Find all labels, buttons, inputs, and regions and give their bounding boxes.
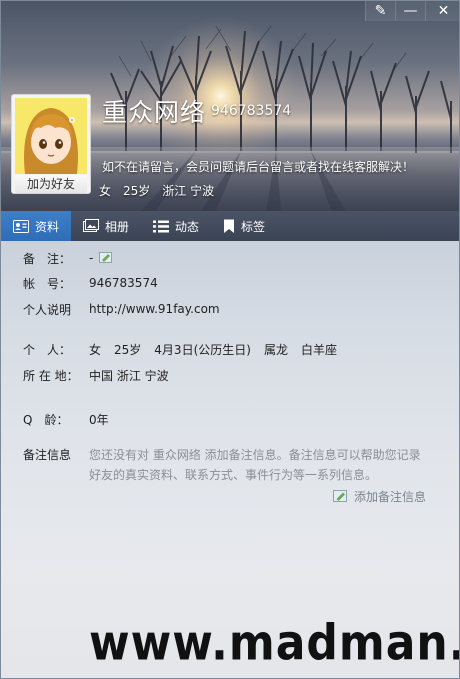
remark-info-text: 您还没有对 重众网络 添加备注信息。备注信息可以帮助您记录好友的真实资料、联系方… — [89, 448, 421, 482]
bookmark-tag-icon — [224, 219, 235, 233]
personal-birthday: 4月3日(公历生日) — [154, 342, 251, 357]
tab-feed[interactable]: 动态 — [141, 211, 211, 241]
detail-row-personal: 个 人： 女 25岁 4月3日(公历生日) 属龙 白羊座 — [23, 340, 337, 358]
brush-icon: ✎ — [374, 3, 387, 19]
close-button[interactable]: ✕ — [425, 1, 459, 21]
profile-tabs: 资料 相册 动态 标签 — [1, 211, 459, 241]
personal-values: 女 25岁 4月3日(公历生日) 属龙 白羊座 — [89, 341, 337, 358]
brief-age: 25岁 — [123, 184, 151, 198]
detail-row-homepage: 个人说明 http://www.91fay.com — [23, 300, 220, 318]
personal-label: 个 人： — [23, 342, 72, 357]
qq-number: 946783574 — [211, 103, 292, 119]
add-remark-label: 添加备注信息 — [353, 490, 426, 504]
window-controls: ✎ — ✕ — [365, 1, 459, 21]
detail-row-remark: 备 注： - — [23, 249, 113, 267]
brief-gender: 女 — [99, 184, 112, 198]
profile-window: ✎ — ✕ 加为好友 重众网络 946783574 如不在请留言，会员问题请后台… — [0, 0, 460, 679]
remark-value: - — [89, 251, 94, 265]
add-friend-button[interactable]: 加为好友 — [15, 175, 87, 193]
photo-album-icon — [83, 219, 100, 232]
feed-list-icon — [153, 220, 170, 232]
close-icon: ✕ — [437, 3, 450, 19]
personal-zodiac: 属龙 — [263, 342, 288, 357]
nickname: 重众网络 — [102, 98, 207, 127]
account-label: 帐 号： — [23, 276, 72, 291]
tab-album-label: 相册 — [105, 219, 130, 234]
profile-header: ✎ — ✕ 加为好友 重众网络 946783574 如不在请留言，会员问题请后台… — [1, 1, 459, 211]
detail-row-remark-info: 备注信息 — [23, 445, 89, 463]
skin-button[interactable]: ✎ — [365, 1, 395, 21]
remark-value-wrap: - — [89, 251, 113, 265]
tab-profile[interactable]: 资料 — [1, 211, 72, 241]
tab-feed-label: 动态 — [175, 219, 200, 234]
personal-gender: 女 — [89, 342, 102, 357]
minimize-icon: — — [403, 3, 418, 19]
tab-profile-label: 资料 — [35, 219, 60, 234]
tab-tags[interactable]: 标签 — [211, 211, 277, 241]
signature: 如不在请留言，会员问题请后台留言或者找在线客服解决！ — [102, 160, 415, 174]
detail-row-location: 所 在 地： 中国 浙江 宁波 — [23, 366, 169, 384]
profile-details: 备 注： - 帐 号： 946783574 个人说明 http://www.91… — [1, 241, 459, 678]
homepage-value: http://www.91fay.com — [89, 302, 220, 316]
add-remark-link[interactable]: 添加备注信息 — [332, 488, 426, 505]
account-value: 946783574 — [89, 276, 158, 290]
brief-location: 浙江 宁波 — [162, 184, 215, 198]
personal-age: 25岁 — [114, 342, 142, 357]
homepage-label: 个人说明 — [23, 302, 72, 317]
remark-label: 备 注： — [23, 251, 72, 266]
location-label: 所 在 地： — [23, 368, 79, 383]
remark-info-label: 备注信息 — [23, 447, 72, 462]
qq-age-value: 0年 — [89, 412, 109, 427]
tab-tags-label: 标签 — [241, 219, 266, 234]
brief-info: 女 25岁 浙江 宁波 — [99, 182, 214, 199]
qq-age-label: Q 龄： — [23, 412, 69, 427]
avatar-frame: 加为好友 — [11, 94, 91, 194]
add-remark-icon — [332, 490, 347, 502]
watermark-text: www.madman.in — [89, 614, 459, 672]
tab-album[interactable]: 相册 — [71, 211, 141, 241]
location-value: 中国 浙江 宁波 — [89, 368, 169, 383]
detail-row-qq-age: Q 龄： 0年 — [23, 410, 109, 428]
edit-remark-icon[interactable] — [99, 252, 113, 264]
personal-constellation: 白羊座 — [300, 342, 337, 357]
avatar[interactable] — [15, 98, 87, 174]
profile-card-icon — [13, 219, 29, 233]
detail-row-account: 帐 号： 946783574 — [23, 274, 158, 292]
minimize-button[interactable]: — — [395, 1, 425, 21]
